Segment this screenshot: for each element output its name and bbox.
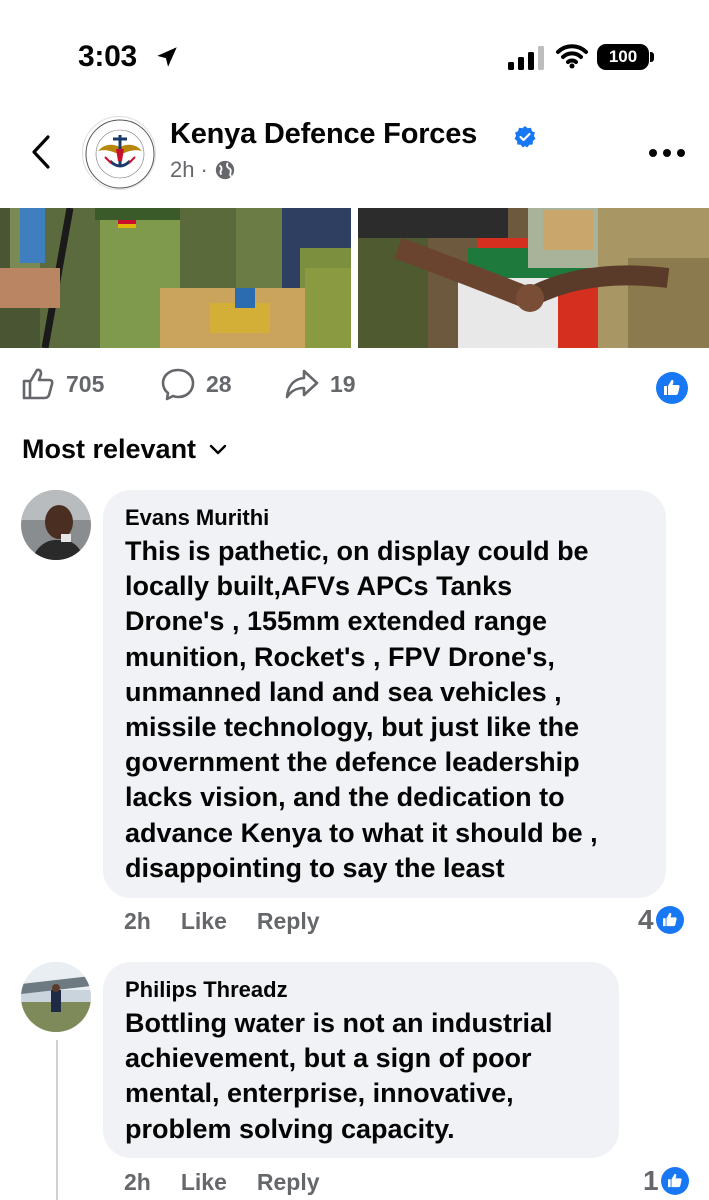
comment-line: unmanned land and sea vehicles , (125, 676, 562, 707)
comment-line: munition, Rocket's , FPV Drone's, (125, 641, 555, 672)
comment-bubble: Evans Murithi This is pathetic, on displ… (103, 490, 666, 898)
comment-like-number: 4 (638, 904, 654, 935)
post-time[interactable]: 2h (170, 157, 194, 183)
comment-line: mental, enterprise, innovative, (125, 1078, 514, 1109)
comment-line: government the defence leadership (125, 747, 580, 778)
avatar[interactable] (21, 490, 91, 560)
signal-icon (508, 46, 544, 70)
comment-like-number: 1 (643, 1165, 659, 1196)
comment-bubble: Philips Threadz Bottling water is not an… (103, 962, 619, 1158)
comment-like-button[interactable]: Like (181, 908, 227, 935)
likes-count: 705 (66, 370, 105, 397)
comment-time[interactable]: 2h (124, 1169, 151, 1196)
chevron-down-icon (209, 444, 227, 454)
comment-reply-button[interactable]: Reply (257, 908, 320, 935)
page-name[interactable]: Kenya Defence Forces (170, 118, 477, 151)
post-photo-1[interactable] (0, 208, 351, 348)
comment-line: Drone's , 155mm extended range (125, 606, 548, 637)
comment-reply-button[interactable]: Reply (257, 1169, 320, 1196)
reaction-bar: 705 28 19 (0, 366, 709, 410)
like-action[interactable]: 705 (20, 366, 104, 402)
comment-action[interactable]: 28 (160, 366, 232, 402)
share-icon (285, 369, 319, 399)
avatar[interactable] (21, 962, 91, 1032)
more-options-icon[interactable] (648, 148, 686, 158)
comment-line: problem solving capacity. (125, 1113, 455, 1144)
battery-indicator: 100 (597, 44, 649, 70)
handshake-image (358, 208, 709, 348)
comment-like-count[interactable]: 1 (643, 1165, 689, 1197)
comment-line: disappointing to say the least (125, 852, 505, 883)
comment-line: advance Kenya to what it should be , (125, 817, 598, 848)
page-avatar[interactable] (82, 116, 156, 190)
comment-time[interactable]: 2h (124, 908, 151, 935)
comment-text: This is pathetic, on display could be lo… (125, 534, 644, 886)
location-arrow-icon (157, 47, 177, 67)
comments-count: 28 (206, 370, 232, 397)
comment-like-count[interactable]: 4 (638, 904, 684, 936)
comment-line: achievement, but a sign of poor (125, 1043, 532, 1074)
comment-author[interactable]: Evans Murithi (125, 504, 644, 532)
comment-line: Bottling water is not an industrial (125, 1008, 553, 1038)
sort-label: Most relevant (22, 434, 197, 464)
like-reaction-icon[interactable] (656, 372, 688, 404)
like-icon (22, 368, 54, 400)
verified-badge-icon (514, 126, 536, 148)
commenter-avatar-image (21, 962, 91, 1032)
comment-actions: 2h Like Reply (124, 1169, 320, 1196)
post-photo-2[interactable] (358, 208, 709, 348)
shares-count: 19 (330, 370, 356, 397)
comment-line: This is pathetic, on display could be (125, 536, 589, 566)
kdf-emblem-icon (85, 119, 155, 189)
comment-actions: 2h Like Reply (124, 908, 320, 935)
battery-tip (650, 52, 654, 62)
comment-line: locally built,AFVs APCs Tanks (125, 571, 513, 602)
comment-line: lacks vision, and the dedication to (125, 782, 565, 813)
post-meta: 2h · (170, 157, 236, 183)
comment-text: Bottling water is not an industrial achi… (125, 1006, 597, 1147)
commenter-avatar-image (21, 490, 91, 560)
share-action[interactable]: 19 (284, 366, 356, 402)
comment-line: missile technology, but just like the (125, 712, 580, 743)
like-reaction-icon (655, 906, 684, 934)
globe-icon (215, 160, 234, 180)
soldiers-display-image (0, 208, 351, 348)
meta-separator: · (200, 157, 208, 182)
comment-sort-dropdown[interactable]: Most relevant (22, 434, 228, 465)
comment-author[interactable]: Philips Threadz (125, 976, 597, 1004)
reply-thread-line (56, 1040, 58, 1200)
clock: 3:03 (78, 40, 137, 73)
like-reaction-icon (660, 1167, 689, 1195)
back-chevron-icon[interactable] (28, 134, 54, 170)
comment-like-button[interactable]: Like (181, 1169, 227, 1196)
status-bar: 3:03 100 (0, 0, 709, 110)
wifi-icon (556, 44, 588, 69)
comment-icon (161, 368, 195, 401)
